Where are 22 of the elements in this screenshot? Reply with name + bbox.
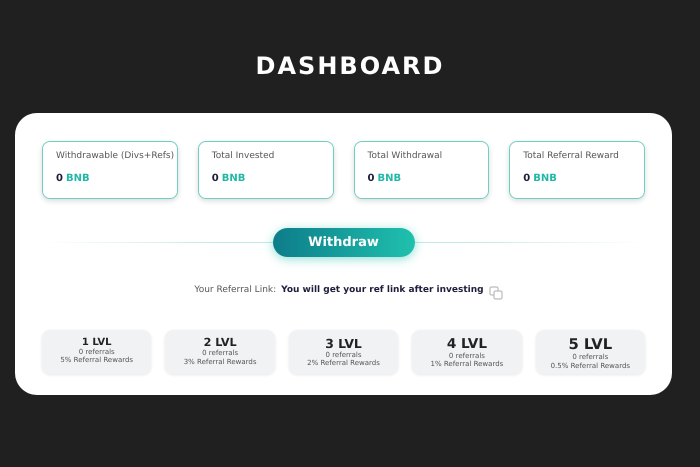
referral-link-text: You will get your ref link after investing xyxy=(281,285,484,295)
stat-value: 0 xyxy=(212,173,219,184)
level-title: 3 LVL xyxy=(325,337,362,351)
level-title: 5 LVL xyxy=(568,337,612,354)
level-title: 1 LVL xyxy=(82,337,112,348)
stat-value: 0 xyxy=(368,173,374,184)
stat-label: Total Withdrawal xyxy=(368,151,442,161)
stat-value: 0 xyxy=(523,173,530,184)
stat-label: Total Referral Reward xyxy=(523,151,619,161)
level-title: 4 LVL xyxy=(446,337,487,352)
level-title: 2 LVL xyxy=(204,337,237,350)
referral-label: Your Referral Link: xyxy=(194,285,276,295)
currency-unit: BNB xyxy=(222,173,246,184)
stat-value: 0 xyxy=(56,173,63,184)
currency-unit: BNB xyxy=(377,173,402,184)
currency-unit: BNB xyxy=(533,173,557,184)
withdraw-button[interactable]: Withdraw xyxy=(272,228,414,256)
stat-label: Total Invested xyxy=(212,151,274,161)
stat-label: Withdrawable (Divs+Refs) xyxy=(56,151,174,161)
currency-unit: BNB xyxy=(66,173,90,184)
page-title: DASHBOARD xyxy=(256,52,444,80)
copy-icon[interactable] xyxy=(488,286,503,300)
